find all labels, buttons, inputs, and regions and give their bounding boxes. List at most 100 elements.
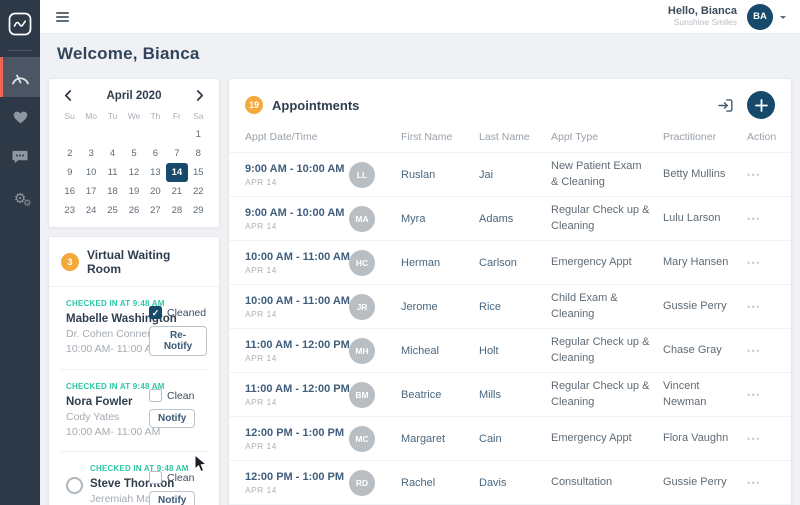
calendar-day[interactable]: 1 xyxy=(188,125,209,144)
hamburger-menu-icon[interactable] xyxy=(56,10,69,24)
row-actions-icon[interactable]: ••• xyxy=(747,170,775,180)
calendar-day[interactable]: 28 xyxy=(166,201,187,220)
calendar-grid: SuMoTuWeThFrSa12345678910111213141516171… xyxy=(49,105,219,228)
calendar-day[interactable]: 10 xyxy=(80,163,101,182)
add-appointment-button[interactable] xyxy=(747,91,775,119)
appointment-type: Emergency Appt xyxy=(551,255,663,270)
prev-month-icon[interactable] xyxy=(62,89,74,102)
row-actions-icon[interactable]: ••• xyxy=(747,390,775,400)
calendar-day[interactable]: 23 xyxy=(59,201,80,220)
calendar-day[interactable]: 20 xyxy=(145,182,166,201)
notify-button[interactable]: Notify xyxy=(149,409,195,428)
clean-checkbox[interactable]: ✓ Clean xyxy=(149,389,207,402)
calendar-day[interactable]: 2 xyxy=(59,144,80,163)
calendar-day[interactable]: 5 xyxy=(123,144,144,163)
row-actions-icon[interactable]: ••• xyxy=(747,478,775,488)
patient-first-name: Rachel xyxy=(401,477,479,489)
next-month-icon[interactable] xyxy=(194,89,206,102)
calendar-day[interactable]: 13 xyxy=(145,163,166,182)
calendar-day[interactable]: 16 xyxy=(59,182,80,201)
calendar-day-empty xyxy=(123,125,144,144)
calendar-day[interactable]: 26 xyxy=(123,201,144,220)
calendar-day[interactable]: 12 xyxy=(123,163,144,182)
sidebar-item-settings[interactable]: ⚙ ⚙ xyxy=(0,177,40,217)
column-header: Last Name xyxy=(479,131,551,143)
patient-last-name: Adams xyxy=(479,213,551,225)
calendar-day[interactable]: 18 xyxy=(102,182,123,201)
calendar-day[interactable]: 21 xyxy=(166,182,187,201)
appointment-row[interactable]: 9:00 AM - 10:00 AM APR 14 MA Myra Adams … xyxy=(229,196,791,240)
notify-button[interactable]: Re-Notify xyxy=(149,326,207,356)
appointment-row[interactable]: 12:00 PM - 1:00 PM APR 14 MC Margaret Ca… xyxy=(229,416,791,460)
appointment-date: APR 14 xyxy=(245,485,349,495)
user-block: Hello, Bianca Sunshine Smiles xyxy=(668,5,737,27)
appointment-type: Regular Check up & Cleaning xyxy=(551,203,663,234)
clean-checkbox-label: Cleaned xyxy=(167,307,206,319)
calendar-day[interactable]: 11 xyxy=(102,163,123,182)
calendar-day[interactable]: 19 xyxy=(123,182,144,201)
appointment-time: 11:00 AM - 12:00 PM xyxy=(245,339,349,351)
appointment-row[interactable]: 10:00 AM - 11:00 AM APR 14 JR Jerome Ric… xyxy=(229,284,791,328)
calendar-day[interactable]: 29 xyxy=(188,201,209,220)
calendar-day[interactable]: 4 xyxy=(102,144,123,163)
calendar-day[interactable]: 3 xyxy=(80,144,101,163)
waiting-room-list: CHECKED IN AT 9:48 AM Mabelle Washington… xyxy=(49,287,219,505)
heart-icon xyxy=(13,111,28,124)
patient-avatar: RD xyxy=(349,470,375,496)
calendar-day[interactable]: 15 xyxy=(188,163,209,182)
clean-checkbox[interactable]: ✓ Cleaned xyxy=(149,306,207,319)
sidebar-item-dashboard[interactable] xyxy=(0,57,40,97)
clean-checkbox[interactable]: ✓ Clean xyxy=(149,471,207,484)
appointment-row[interactable]: 10:00 AM - 11:00 AM APR 14 HC Herman Car… xyxy=(229,240,791,284)
notify-button[interactable]: Notify xyxy=(149,491,195,505)
page-title: Welcome, Bianca xyxy=(57,44,200,64)
calendar-day[interactable]: 9 xyxy=(59,163,80,182)
row-actions-icon[interactable]: ••• xyxy=(747,434,775,444)
calendar-weekday-label: Su xyxy=(59,108,80,125)
appointment-date: APR 14 xyxy=(245,265,349,275)
calendar-day-empty xyxy=(166,125,187,144)
user-avatar[interactable]: BA xyxy=(747,4,773,30)
appointment-row[interactable]: 11:00 AM - 12:00 PM APR 14 BM Beatrice M… xyxy=(229,372,791,416)
calendar-day[interactable]: 7 xyxy=(166,144,187,163)
gauge-icon xyxy=(11,70,30,85)
appointment-date: APR 14 xyxy=(245,309,349,319)
calendar-day[interactable]: 22 xyxy=(188,182,209,201)
appointment-row[interactable]: 9:00 AM - 10:00 AM APR 14 LL Ruslan Jai … xyxy=(229,152,791,196)
appointment-time: 12:00 PM - 1:00 PM xyxy=(245,427,349,439)
calendar-weekday-label: Mo xyxy=(80,108,101,125)
waiting-room-count-badge: 3 xyxy=(61,253,79,271)
calendar-day[interactable]: 27 xyxy=(145,201,166,220)
appointments-table-header: Appt Date/TimeFirst NameLast NameAppt Ty… xyxy=(229,129,791,152)
calendar-weekday-label: We xyxy=(123,108,144,125)
appointment-row[interactable]: 11:00 AM - 12:00 PM APR 14 MH Micheal Ho… xyxy=(229,328,791,372)
calendar-day[interactable]: 17 xyxy=(80,182,101,201)
appointment-time: 12:00 PM - 1:00 PM xyxy=(245,471,349,483)
row-actions-icon[interactable]: ••• xyxy=(747,258,775,268)
chevron-down-icon[interactable] xyxy=(780,16,786,22)
calendar-day[interactable]: 6 xyxy=(145,144,166,163)
sidebar-item-messages[interactable] xyxy=(0,137,40,177)
calendar-day-empty xyxy=(80,125,101,144)
sidebar-item-favorites[interactable] xyxy=(0,97,40,137)
check-in-button[interactable] xyxy=(716,96,735,115)
waiting-room-patient: CHECKED IN AT 9:48 AM Mabelle Washington… xyxy=(60,287,208,370)
calendar-day[interactable]: 14 xyxy=(166,163,187,182)
plus-icon xyxy=(755,99,768,112)
patient-status-circle[interactable] xyxy=(66,477,83,494)
appointment-time: 10:00 AM - 11:00 AM xyxy=(245,295,349,307)
row-actions-icon[interactable]: ••• xyxy=(747,302,775,312)
calendar-day[interactable]: 8 xyxy=(188,144,209,163)
calendar-day[interactable]: 24 xyxy=(80,201,101,220)
waiting-room-patient: CHECKED IN AT 9:48 AM Nora Fowler Cody Y… xyxy=(60,370,208,452)
appointment-time: 9:00 AM - 10:00 AM xyxy=(245,163,349,175)
calendar-day[interactable]: 25 xyxy=(102,201,123,220)
app-logo[interactable] xyxy=(0,0,40,42)
patient-avatar: LL xyxy=(349,162,375,188)
appointment-row[interactable]: 12:00 PM - 1:00 PM APR 14 RD Rachel Davi… xyxy=(229,460,791,504)
patient-last-name: Jai xyxy=(479,169,551,181)
appointment-type: Child Exam & Cleaning xyxy=(551,291,663,322)
row-actions-icon[interactable]: ••• xyxy=(747,346,775,356)
waiting-room-title: Virtual Waiting Room xyxy=(87,248,207,276)
row-actions-icon[interactable]: ••• xyxy=(747,214,775,224)
